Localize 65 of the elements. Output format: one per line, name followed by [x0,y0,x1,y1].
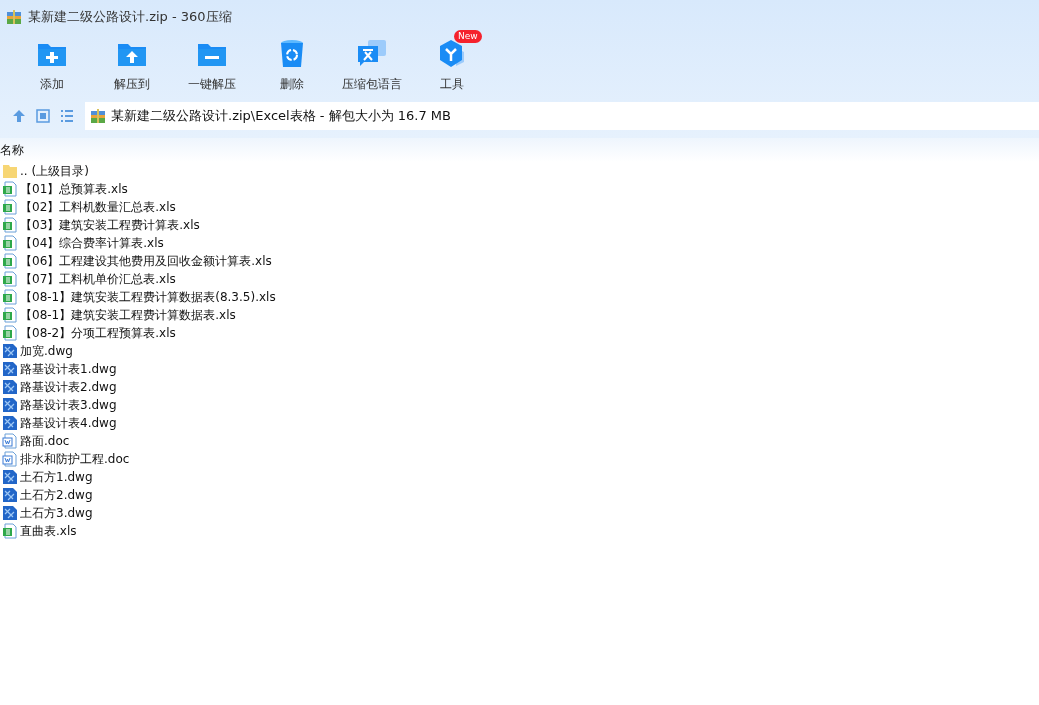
file-row[interactable]: 排水和防护工程.doc [2,450,1039,468]
drawing-file-icon [2,379,18,395]
file-name: 路基设计表2.dwg [20,378,117,396]
file-row[interactable]: 【07】工料机单价汇总表.xls [2,270,1039,288]
new-badge: New [454,30,482,43]
file-name: 【08-1】建筑安装工程费计算数据表(8.3.5).xls [20,288,276,306]
file-name: 【03】建筑安装工程费计算表.xls [20,216,200,234]
file-name: 土石方3.dwg [20,504,93,522]
file-row[interactable]: 路基设计表3.dwg [2,396,1039,414]
file-name: 排水和防护工程.doc [20,450,130,468]
file-name: 路面.doc [20,432,70,450]
file-row[interactable]: 路基设计表2.dwg [2,378,1039,396]
file-row[interactable]: 【06】工程建设其他费用及回收金额计算表.xls [2,252,1039,270]
file-name: 【08-1】建筑安装工程费计算数据表.xls [20,306,236,324]
file-row[interactable]: 【04】综合费率计算表.xls [2,234,1039,252]
file-name: 路基设计表3.dwg [20,396,117,414]
up-arrow-icon[interactable] [11,108,27,124]
address-path: 某新建二级公路设计.zip\Excel表格 - 解包大小为 16.7 MB [111,107,451,125]
thumbnail-view-icon[interactable] [35,108,51,124]
file-row[interactable]: 【08-1】建筑安装工程费计算数据表.xls [2,306,1039,324]
toolbar-button[interactable]: 压缩包语言 [332,34,412,102]
drawing-file-icon [2,343,18,359]
file-name: 直曲表.xls [20,522,77,540]
file-row[interactable]: 【08-1】建筑安装工程费计算数据表(8.3.5).xls [2,288,1039,306]
file-row[interactable]: 土石方2.dwg [2,486,1039,504]
file-name: 【02】工料机数量汇总表.xls [20,198,176,216]
file-row[interactable]: 【02】工料机数量汇总表.xls [2,198,1039,216]
file-row[interactable]: 路基设计表1.dwg [2,360,1039,378]
file-row[interactable]: 土石方3.dwg [2,504,1039,522]
file-name: 土石方1.dwg [20,468,93,486]
drawing-file-icon [2,469,18,485]
toolbar-button[interactable]: 添加 [12,34,92,102]
file-row[interactable]: .. (上级目录) [2,162,1039,180]
drawing-file-icon [2,415,18,431]
toolbar-button[interactable]: 解压到 [92,34,172,102]
file-row[interactable]: 路基设计表4.dwg [2,414,1039,432]
column-header[interactable]: 名称 [0,141,24,159]
file-name: 【06】工程建设其他费用及回收金额计算表.xls [20,252,272,270]
file-row[interactable]: 加宽.dwg [2,342,1039,360]
archive-icon [6,9,22,25]
file-name: 路基设计表1.dwg [20,360,117,378]
file-name: 【01】总预算表.xls [20,180,128,198]
file-name: 路基设计表4.dwg [20,414,117,432]
drawing-file-icon [2,397,18,413]
drawing-file-icon [2,505,18,521]
file-name: 【04】综合费率计算表.xls [20,234,164,252]
list-view-icon[interactable] [59,108,75,124]
toolbar-button[interactable]: 删除 [252,34,332,102]
archive-icon [90,108,106,124]
file-name: 【08-2】分项工程预算表.xls [20,324,176,342]
drawing-file-icon [2,361,18,377]
drawing-file-icon [2,487,18,503]
file-name: 土石方2.dwg [20,486,93,504]
file-name: 加宽.dwg [20,342,73,360]
window-title: 某新建二级公路设计.zip - 360压缩 [28,8,232,26]
file-row[interactable]: 直曲表.xls [2,522,1039,540]
file-row[interactable]: 【03】建筑安装工程费计算表.xls [2,216,1039,234]
file-row[interactable]: 土石方1.dwg [2,468,1039,486]
file-name: .. (上级目录) [20,162,89,180]
file-row[interactable]: 【01】总预算表.xls [2,180,1039,198]
toolbar-button[interactable]: 一键解压 [172,34,252,102]
address-bar[interactable]: 某新建二级公路设计.zip\Excel表格 - 解包大小为 16.7 MB [85,102,1039,130]
file-row[interactable]: 路面.doc [2,432,1039,450]
file-row[interactable]: 【08-2】分项工程预算表.xls [2,324,1039,342]
file-name: 【07】工料机单价汇总表.xls [20,270,176,288]
